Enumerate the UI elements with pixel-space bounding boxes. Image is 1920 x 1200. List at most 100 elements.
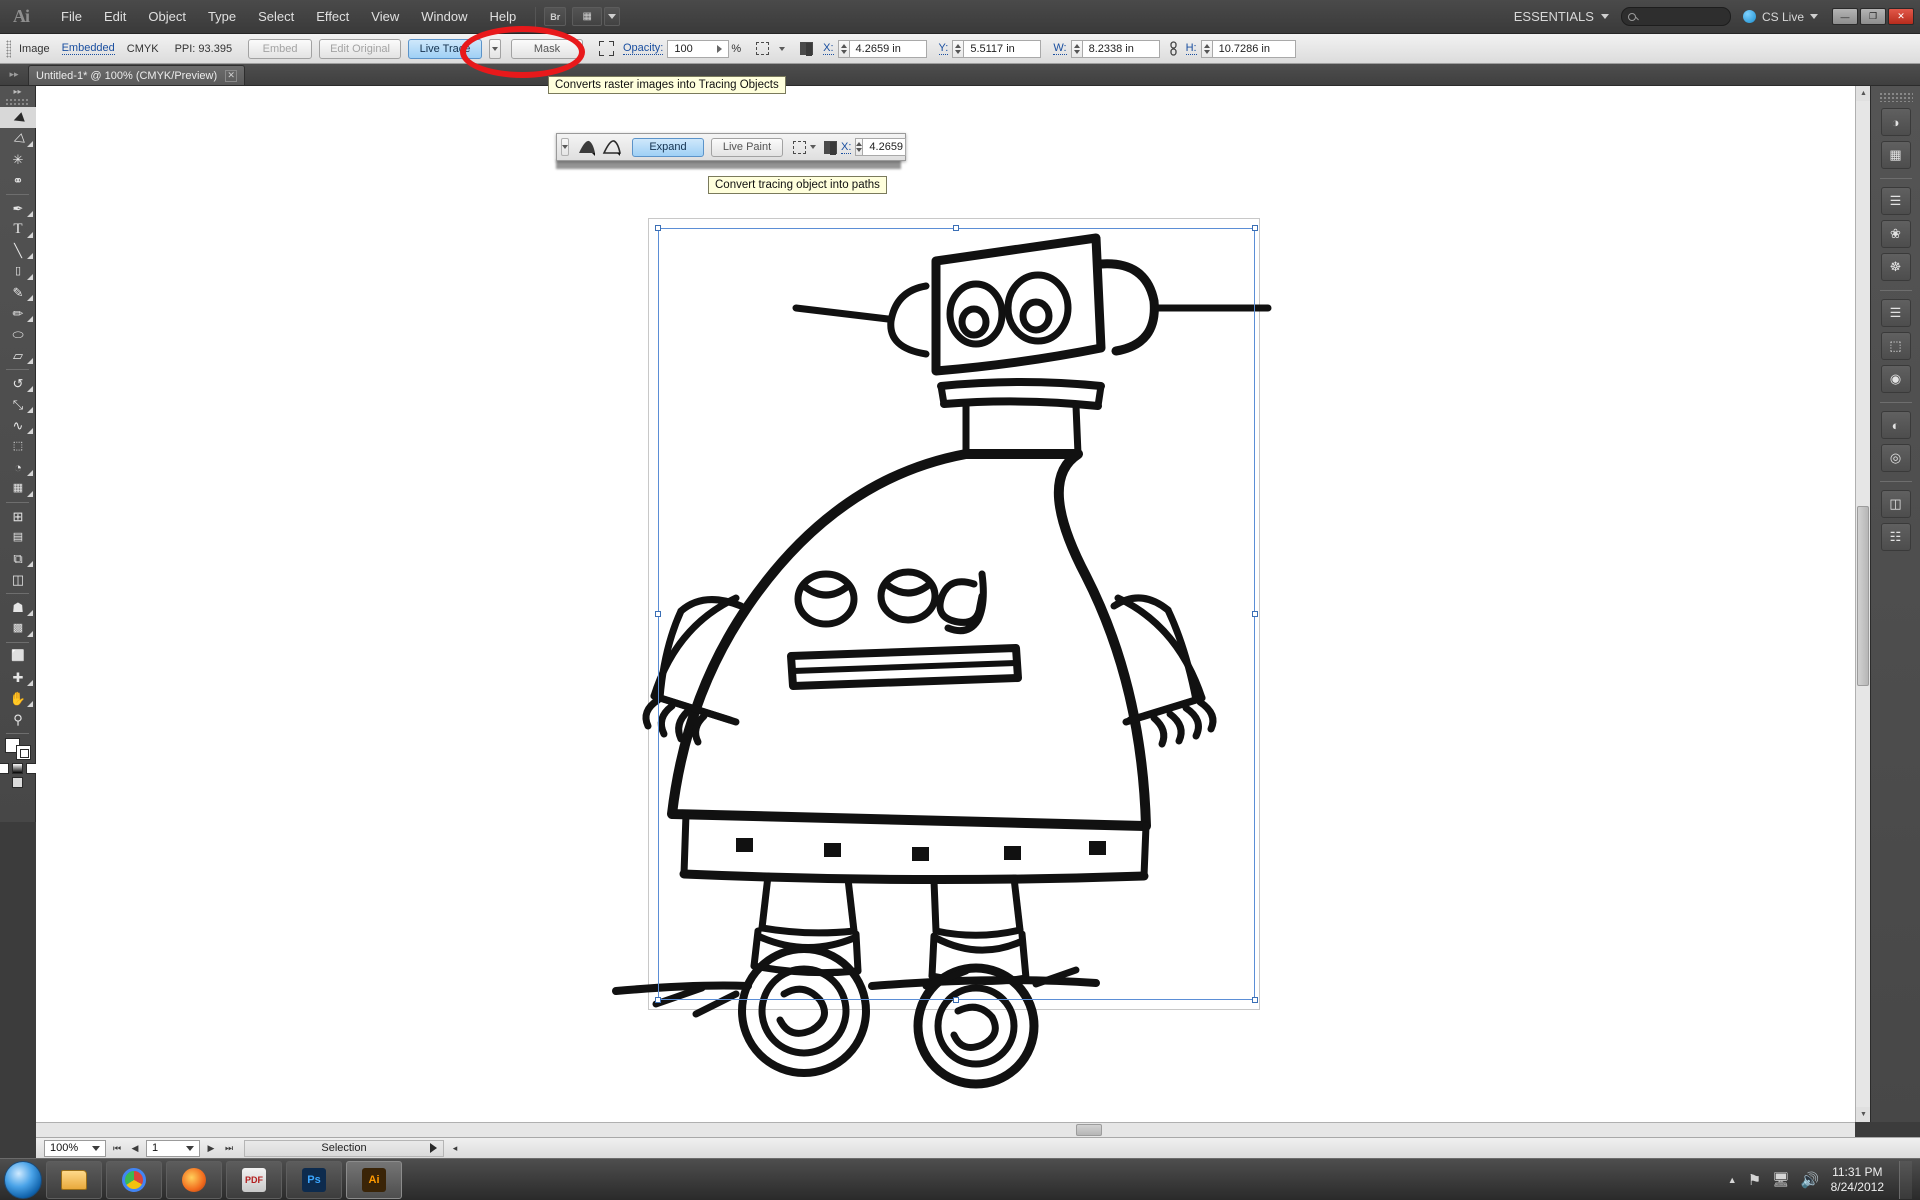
- tracing-raster-view-icon[interactable]: [577, 138, 597, 156]
- pdf-reader-taskbar-icon[interactable]: PDF: [226, 1160, 282, 1199]
- h-stepper[interactable]: [1200, 39, 1212, 58]
- vertical-scroll-thumb[interactable]: [1857, 506, 1869, 686]
- close-button[interactable]: ✕: [1888, 8, 1914, 25]
- selection-handle[interactable]: [953, 225, 959, 231]
- menu-object[interactable]: Object: [137, 6, 197, 27]
- tool-lasso[interactable]: ⚭: [0, 170, 36, 191]
- start-button-icon[interactable]: [4, 1160, 42, 1199]
- transparency-panel-icon[interactable]: ◐: [1880, 411, 1911, 439]
- y-stepper[interactable]: [952, 39, 964, 58]
- opacity-slider-icon[interactable]: [717, 44, 723, 53]
- tool-gradient[interactable]: ▤: [0, 527, 36, 548]
- menu-view[interactable]: View: [360, 6, 410, 27]
- canvas-area[interactable]: [36, 86, 1870, 1122]
- tool-blend[interactable]: ◫: [0, 569, 36, 590]
- search-input[interactable]: [1620, 7, 1731, 26]
- x-input[interactable]: 4.2659 in: [848, 39, 927, 58]
- tool-type[interactable]: T: [0, 219, 36, 240]
- robot-artwork[interactable]: [36, 86, 1870, 1122]
- selection-handle[interactable]: [953, 997, 959, 1003]
- volume-icon[interactable]: 🔊: [1801, 1171, 1820, 1189]
- opacity-input[interactable]: 100: [667, 39, 730, 58]
- panel-dock-grip[interactable]: [1878, 92, 1913, 102]
- arrange-documents-button[interactable]: ▦: [572, 7, 603, 26]
- tool-hand[interactable]: ✋: [0, 688, 36, 709]
- tool-line-segment[interactable]: ╲: [0, 240, 36, 261]
- strip-x-stepper[interactable]: [855, 138, 863, 156]
- h-input[interactable]: 10.7286 in: [1211, 39, 1296, 58]
- artboard-number-select[interactable]: 1: [146, 1139, 200, 1157]
- brushes-panel-icon[interactable]: ☰: [1880, 187, 1911, 215]
- live-trace-button[interactable]: Live Trace: [408, 38, 482, 59]
- clock[interactable]: 11:31 PM 8/24/2012: [1831, 1165, 1884, 1195]
- last-artboard-button[interactable]: ⏭: [222, 1140, 236, 1157]
- tool-live-paint-bucket[interactable]: ☗: [0, 597, 36, 618]
- bounding-box-reference-icon[interactable]: [797, 40, 815, 58]
- tool-width[interactable]: ∿: [0, 415, 36, 436]
- previous-artboard-button[interactable]: ◀: [128, 1140, 142, 1157]
- chevron-down-icon[interactable]: [779, 46, 786, 51]
- tool-graph[interactable]: ▩: [0, 618, 36, 639]
- menu-select[interactable]: Select: [247, 6, 305, 27]
- menu-file[interactable]: File: [50, 6, 93, 27]
- edit-original-button[interactable]: Edit Original: [319, 38, 401, 59]
- tracing-vector-view-icon[interactable]: [602, 138, 622, 156]
- photoshop-taskbar-icon[interactable]: Ps: [286, 1160, 342, 1199]
- first-artboard-button[interactable]: ⏮: [110, 1140, 124, 1157]
- zoom-level-select[interactable]: 100%: [44, 1139, 106, 1157]
- reference-point-icon[interactable]: [753, 40, 771, 58]
- embedded-link[interactable]: Embedded: [61, 42, 115, 55]
- layers-panel-icon[interactable]: ◫: [1880, 490, 1911, 518]
- control-bar-grip[interactable]: [6, 39, 11, 58]
- color-guide-panel-icon[interactable]: ▦: [1880, 141, 1911, 169]
- menu-effect[interactable]: Effect: [305, 6, 360, 27]
- link-dimensions-icon[interactable]: [1168, 41, 1180, 57]
- tool-magic-wand[interactable]: ✳: [0, 149, 36, 170]
- tool-direct-selection[interactable]: ◁: [0, 128, 36, 149]
- symbols-panel-icon[interactable]: ❀: [1880, 220, 1911, 248]
- live-paint-button[interactable]: Live Paint: [711, 137, 783, 157]
- horizontal-scroll-thumb[interactable]: [1076, 1124, 1102, 1136]
- live-trace-preset-dropdown-icon[interactable]: [489, 38, 501, 59]
- tool-selection[interactable]: ◀: [0, 107, 36, 128]
- selection-handle[interactable]: [655, 611, 661, 617]
- tools-panel-dots[interactable]: [5, 98, 30, 107]
- tool-slice[interactable]: ✚: [0, 667, 36, 688]
- selection-handle[interactable]: [1252, 997, 1258, 1003]
- bounding-box-reference-icon[interactable]: [824, 138, 837, 156]
- tool-column-graph[interactable]: ▦: [0, 478, 36, 499]
- scroll-up-icon[interactable]: ▲: [1856, 86, 1871, 101]
- w-stepper[interactable]: [1070, 39, 1082, 58]
- action-center-flag-icon[interactable]: ⚑: [1748, 1171, 1761, 1189]
- status-resize-handle[interactable]: ◂: [448, 1140, 462, 1157]
- status-menu-icon[interactable]: [430, 1143, 437, 1153]
- arrange-dropdown-icon[interactable]: [604, 7, 621, 26]
- windows-explorer-taskbar-icon[interactable]: [46, 1160, 102, 1199]
- fill-stroke-swatches[interactable]: [4, 738, 31, 760]
- tool-free-transform[interactable]: ⬚: [0, 436, 36, 457]
- expand-button[interactable]: Expand: [632, 137, 704, 157]
- cs-live-button[interactable]: CS Live: [1742, 10, 1818, 24]
- reference-point-icon[interactable]: [793, 138, 806, 156]
- tool-rectangle[interactable]: ▯: [0, 261, 36, 282]
- tool-pen[interactable]: ✒: [0, 198, 36, 219]
- show-hidden-icons-icon[interactable]: ▲: [1728, 1175, 1737, 1185]
- color-panel-icon[interactable]: ◑: [1880, 108, 1911, 136]
- illustrator-taskbar-icon[interactable]: Ai: [346, 1160, 402, 1199]
- selection-handle[interactable]: [655, 997, 661, 1003]
- menu-window[interactable]: Window: [410, 6, 478, 27]
- tool-rotate[interactable]: ↺: [0, 373, 36, 394]
- tool-eyedropper[interactable]: ⧉: [0, 548, 36, 569]
- network-icon[interactable]: 🖥: [1772, 1171, 1790, 1188]
- screen-mode-icon[interactable]: [12, 777, 23, 788]
- selection-handle[interactable]: [655, 225, 661, 231]
- horizontal-scrollbar[interactable]: [36, 1122, 1855, 1137]
- w-input[interactable]: 8.2338 in: [1081, 39, 1160, 58]
- transform-panel-icon[interactable]: ⬚: [1880, 332, 1911, 360]
- mask-button[interactable]: Mask: [511, 38, 583, 59]
- minimize-button[interactable]: —: [1832, 8, 1858, 25]
- restore-button[interactable]: ❐: [1860, 8, 1886, 25]
- status-indicator[interactable]: Selection: [244, 1139, 444, 1157]
- selection-handle[interactable]: [1252, 611, 1258, 617]
- pathfinder-panel-icon[interactable]: ◉: [1880, 365, 1911, 393]
